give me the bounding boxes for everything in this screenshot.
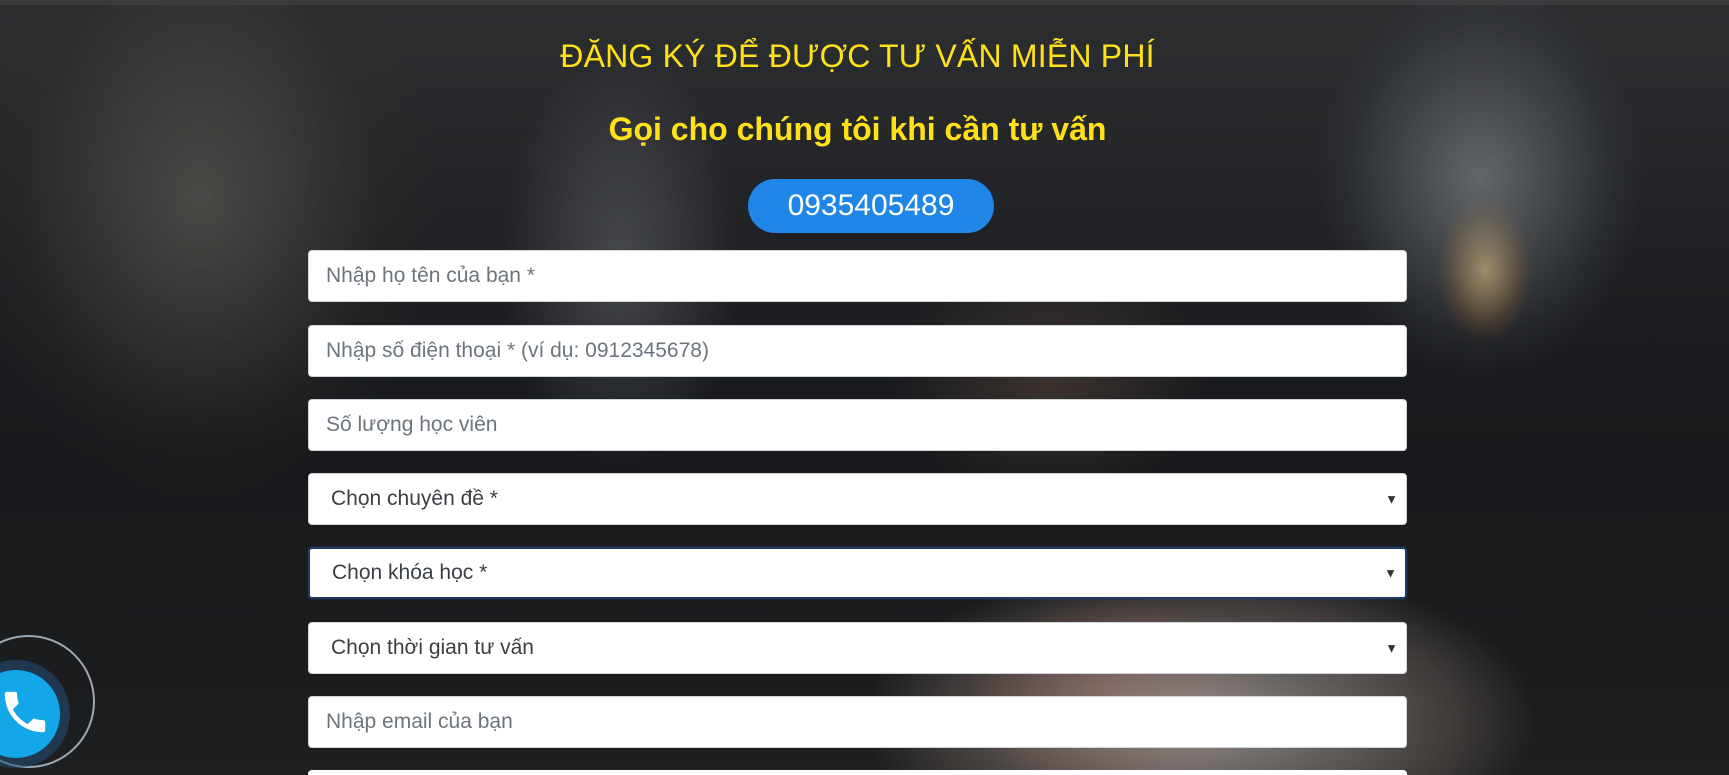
student-count-input[interactable] xyxy=(308,399,1407,451)
next-field-edge xyxy=(308,770,1407,775)
course-select-value: Chọn khóa học * xyxy=(332,561,488,584)
topic-select-value: Chọn chuyên đề * xyxy=(331,487,498,510)
caret-down-icon: ▼ xyxy=(1384,565,1397,581)
caret-down-icon: ▼ xyxy=(1385,491,1398,507)
course-select[interactable]: Chọn khóa học * ▼ xyxy=(308,547,1407,599)
page: ĐĂNG KÝ ĐỂ ĐƯỢC TƯ VẤN MIỄN PHÍ Gọi cho … xyxy=(0,0,1729,775)
form-title: ĐĂNG KÝ ĐỂ ĐƯỢC TƯ VẤN MIỄN PHÍ xyxy=(560,38,1155,74)
top-border xyxy=(0,0,1729,5)
email-input[interactable] xyxy=(308,696,1407,748)
consult-time-select[interactable]: Chọn thời gian tư vấn ▼ xyxy=(308,622,1407,674)
form-subtitle: Gọi cho chúng tôi khi cần tư vấn xyxy=(608,111,1107,147)
topic-select[interactable]: Chọn chuyên đề * ▼ xyxy=(308,473,1407,525)
name-input[interactable] xyxy=(308,250,1407,302)
consult-time-select-value: Chọn thời gian tư vấn xyxy=(331,636,534,659)
phone-number-button[interactable]: 0935405489 xyxy=(748,179,994,233)
registration-section: ĐĂNG KÝ ĐỂ ĐƯỢC TƯ VẤN MIỄN PHÍ Gọi cho … xyxy=(0,0,1729,775)
phone-input[interactable] xyxy=(308,325,1407,377)
caret-down-icon: ▼ xyxy=(1385,640,1398,656)
